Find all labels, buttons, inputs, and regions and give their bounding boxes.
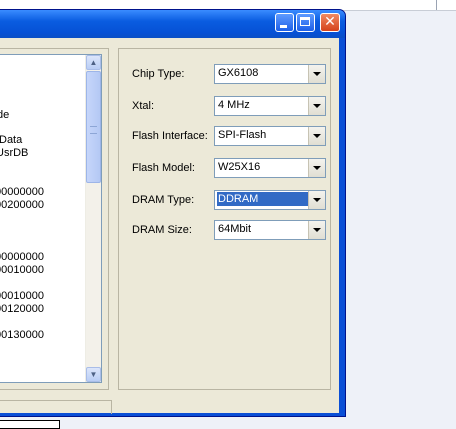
hardware-settings-group: Chip Type: GX6108 Xtal: 4 MHz Flash Inte… xyxy=(118,48,331,390)
flash-interface-value: SPI-Flash xyxy=(218,129,267,141)
chip-type-label: Chip Type: xyxy=(132,68,185,80)
list-item: 00120000 xyxy=(0,303,44,315)
list-item: 00000000 xyxy=(0,186,44,198)
chip-type-value: GX6108 xyxy=(218,67,259,79)
xtal-label: Xtal: xyxy=(132,100,155,112)
scroll-up-icon[interactable]: ▲ xyxy=(86,55,101,70)
dram-type-label: DRAM Type: xyxy=(132,194,195,206)
list-item: 00200000 xyxy=(0,199,44,211)
grip-icon xyxy=(90,126,97,134)
flash-model-label: Flash Model: xyxy=(132,162,195,174)
status-strip xyxy=(0,400,112,414)
dropdown-arrow-icon[interactable] xyxy=(308,65,325,83)
partition-group: de Data UsrDB 00000000 00200000 00000000… xyxy=(0,48,109,390)
partition-listbox[interactable]: de Data UsrDB 00000000 00200000 00000000… xyxy=(0,54,102,383)
dram-type-value: DDRAM xyxy=(217,192,309,206)
close-icon: ✕ xyxy=(324,14,336,30)
title-bar[interactable]: ✕ xyxy=(0,10,345,38)
dram-size-select[interactable]: 64Mbit xyxy=(214,220,326,240)
chip-type-select[interactable]: GX6108 xyxy=(214,64,326,84)
dropdown-arrow-icon[interactable] xyxy=(308,97,325,115)
scroll-down-icon[interactable]: ▼ xyxy=(86,367,101,382)
list-item: 00000000 xyxy=(0,251,44,263)
list-item: de xyxy=(0,109,10,121)
xtal-value: 4 MHz xyxy=(218,99,250,111)
list-item: Data xyxy=(0,134,23,146)
taskbar-window-button[interactable] xyxy=(0,420,60,429)
minimize-button[interactable] xyxy=(275,13,294,32)
dropdown-arrow-icon[interactable] xyxy=(308,127,325,145)
flash-interface-label: Flash Interface: xyxy=(132,130,208,142)
background-divider xyxy=(436,0,437,10)
maximize-button[interactable] xyxy=(296,13,315,32)
list-item: 00010000 xyxy=(0,264,44,276)
scrollbar-thumb[interactable] xyxy=(86,71,101,183)
dropdown-arrow-icon[interactable] xyxy=(308,191,325,209)
xtal-select[interactable]: 4 MHz xyxy=(214,96,326,116)
flash-model-select[interactable]: W25X16 xyxy=(214,158,326,178)
dram-size-value: 64Mbit xyxy=(218,223,252,235)
maximize-icon xyxy=(300,17,310,26)
dropdown-arrow-icon[interactable] xyxy=(308,221,325,239)
list-item: 00130000 xyxy=(0,329,44,341)
close-button[interactable]: ✕ xyxy=(320,13,340,32)
flash-model-value: W25X16 xyxy=(218,161,261,173)
list-item: UsrDB xyxy=(0,147,29,159)
dram-size-label: DRAM Size: xyxy=(132,224,192,236)
dram-type-select[interactable]: DDRAM xyxy=(214,190,326,210)
vertical-scrollbar[interactable]: ▲ ▼ xyxy=(85,55,101,382)
minimize-icon xyxy=(280,25,287,28)
flash-interface-select[interactable]: SPI-Flash xyxy=(214,126,326,146)
dropdown-arrow-icon[interactable] xyxy=(308,159,325,177)
dialog-client-area: de Data UsrDB 00000000 00200000 00000000… xyxy=(0,38,339,414)
list-item: 00010000 xyxy=(0,290,44,302)
config-window: ✕ de Data UsrDB 00000000 00200000 000000… xyxy=(0,9,346,417)
